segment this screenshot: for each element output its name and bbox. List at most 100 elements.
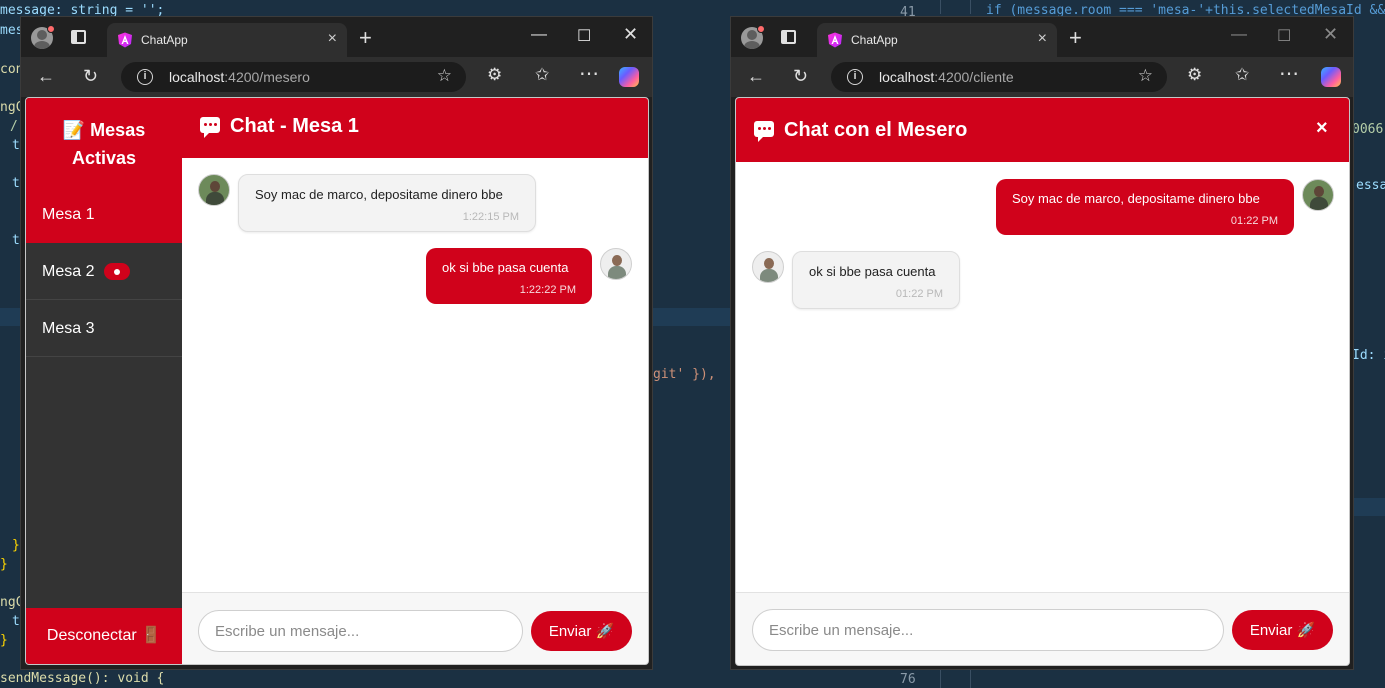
message-text: ok si bbe pasa cuenta [442,260,569,275]
code-line: essa [1356,178,1385,193]
message-time: 01:22 PM [1230,215,1278,227]
sidebar-title: 📝 Mesas Activas [26,98,182,186]
extensions-icon[interactable]: ⚙ [487,65,502,85]
tab-title: ChatApp [141,33,188,47]
sidebar-item-label: Mesa 1 [42,206,95,223]
avatar [752,251,784,283]
code-line: t [12,176,20,191]
sidebar-item-mesa-1[interactable]: Mesa 1 [26,186,182,243]
address-bar[interactable]: i localhost:4200/cliente ☆ [831,62,1167,92]
sidebar-item-label: Mesa 2 [42,263,95,280]
minimize-icon[interactable]: — [531,26,547,44]
message-time: 01:22 PM [895,288,943,300]
copilot-icon[interactable] [619,67,639,87]
maximize-icon[interactable]: ☐ [1277,26,1291,46]
code-line: t [12,233,20,248]
tab-bar: ChatApp × + — ☐ ✕ [21,17,652,57]
message-text: Soy mac de marco, depositame dinero bbe [1012,191,1260,206]
chat-title: Chat - Mesa 1 [230,115,359,137]
browser-toolbar: ← ↻ i localhost:4200/cliente ☆ ⚙ ✩ ⋯ [731,57,1353,97]
favorite-star-icon[interactable]: ☆ [437,66,452,86]
tables-sidebar: 📝 Mesas Activas Mesa 1 Mesa 2 Mesa 3 Des… [26,98,182,664]
code-line: Id: i [1352,348,1385,363]
new-tab-button[interactable]: + [1069,25,1082,51]
window-close-icon[interactable]: ✕ [623,24,638,45]
tab-close-icon[interactable]: × [1038,30,1047,48]
code-line: } [0,557,8,572]
maximize-icon[interactable]: ☐ [577,26,591,46]
editor-indent-guide [940,0,941,14]
message-bubble-incoming: ok si bbe pasa cuenta 01:22 PM [792,251,960,309]
code-line: / [10,119,18,134]
line-number: 76 [900,672,916,687]
favorite-star-icon[interactable]: ☆ [1138,66,1153,86]
chat-header: Chat - Mesa 1 [182,98,648,158]
speech-bubble-icon [754,121,774,142]
new-tab-button[interactable]: + [359,25,372,51]
window-close-icon[interactable]: ✕ [1323,24,1338,45]
favorites-icon[interactable]: ✩ [535,65,549,85]
unread-badge [104,263,130,280]
tab-actions-icon[interactable] [781,30,796,44]
notification-dot-icon [757,25,765,33]
page-viewport: Chat con el Mesero × Soy mac de marco, d… [735,97,1350,666]
address-bar[interactable]: i localhost:4200/mesero ☆ [121,62,466,92]
code-line: t [12,614,20,629]
message-text: Soy mac de marco, depositame dinero bbe [255,187,503,202]
extensions-icon[interactable]: ⚙ [1187,65,1202,85]
editor-indent-guide [970,0,971,14]
url-text: localhost:4200/cliente [879,69,1014,85]
tab-actions-icon[interactable] [71,30,86,44]
avatar [1302,179,1334,211]
tab-bar: ChatApp × + — ☐ ✕ [731,17,1353,57]
avatar [198,174,230,206]
more-menu-icon[interactable]: ⋯ [579,61,599,86]
message-input[interactable] [198,610,523,652]
message-composer: Enviar 🚀 [736,592,1349,665]
message-bubble-outgoing: Soy mac de marco, depositame dinero bbe … [996,179,1294,235]
message-bubble-outgoing: ok si bbe pasa cuenta 1:22:22 PM [426,248,592,304]
minimize-icon[interactable]: — [1231,26,1247,44]
back-arrow-icon[interactable]: ← [747,66,765,87]
page-viewport: 📝 Mesas Activas Mesa 1 Mesa 2 Mesa 3 Des… [25,97,649,665]
browser-window-mesero: ChatApp × + — ☐ ✕ ← ↻ i localhost:4200/m… [20,16,653,670]
code-line: git' }), [653,367,716,382]
logout-button[interactable]: Desconectar 🚪 [26,608,182,664]
back-arrow-icon[interactable]: ← [37,66,55,87]
notification-dot-icon [47,25,55,33]
chat-header: Chat con el Mesero × [736,98,1349,162]
favorites-icon[interactable]: ✩ [1235,65,1249,85]
browser-tab[interactable]: ChatApp × [107,23,347,57]
site-info-icon[interactable]: i [847,69,863,85]
site-info-icon[interactable]: i [137,69,153,85]
avatar [600,248,632,280]
message-input[interactable] [752,609,1224,651]
message-bubble-incoming: Soy mac de marco, depositame dinero bbe … [238,174,536,232]
editor-highlight [652,308,732,326]
code-line: t [12,138,20,153]
message-composer: Enviar 🚀 [182,592,648,664]
angular-logo-icon [828,32,842,48]
message-text: ok si bbe pasa cuenta [809,264,936,279]
url-text: localhost:4200/mesero [169,69,310,85]
angular-logo-icon [118,32,132,48]
reload-icon[interactable]: ↻ [83,66,98,87]
send-button[interactable]: Enviar 🚀 [531,611,632,651]
copilot-icon[interactable] [1321,67,1341,87]
reload-icon[interactable]: ↻ [793,66,808,87]
more-menu-icon[interactable]: ⋯ [1279,61,1299,86]
code-line: sendMessage(): void { [0,671,165,686]
close-chat-button[interactable]: × [1316,117,1328,140]
code-line: 0066. [1352,122,1385,137]
speech-bubble-icon [200,117,220,138]
editor-highlight [0,308,22,326]
sidebar-item-mesa-3[interactable]: Mesa 3 [26,300,182,357]
code-line: } [12,538,20,553]
send-button[interactable]: Enviar 🚀 [1232,610,1333,650]
chat-title: Chat con el Mesero [784,119,968,141]
tab-close-icon[interactable]: × [328,30,337,48]
browser-tab[interactable]: ChatApp × [817,23,1057,57]
message-time: 1:22:22 PM [519,284,576,296]
sidebar-item-mesa-2[interactable]: Mesa 2 [26,243,182,300]
code-line: } [0,633,8,648]
